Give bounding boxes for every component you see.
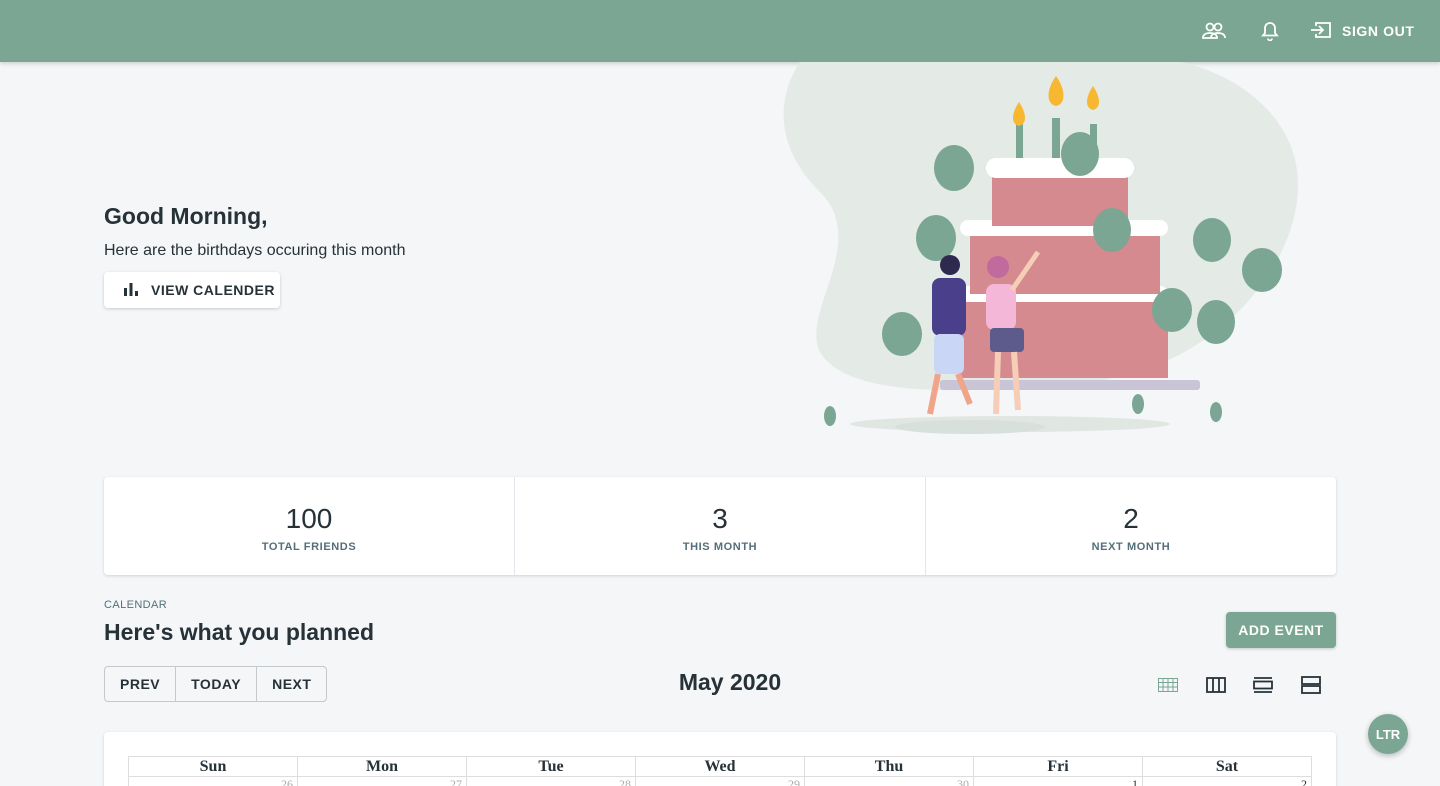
- stat-total-friends: 100 TOTAL FRIENDS: [104, 477, 515, 575]
- stat-value: 100: [285, 503, 333, 534]
- weekday-header: Sun: [128, 756, 298, 777]
- next-button[interactable]: NEXT: [257, 667, 326, 701]
- people-icon[interactable]: [1200, 17, 1228, 45]
- stat-label: TOTAL FRIENDS: [261, 541, 357, 553]
- direction-toggle-button[interactable]: LTR: [1368, 714, 1408, 754]
- stat-value: 3: [712, 503, 728, 534]
- calendar-day-cell[interactable]: 27: [297, 776, 467, 786]
- birthday-cake-illustration: [760, 62, 1320, 462]
- calendar-day-cell[interactable]: 29: [635, 776, 805, 786]
- weekday-header: Thu: [804, 756, 974, 777]
- greeting-heading: Good Morning,: [104, 203, 268, 229]
- weekday-header: Sat: [1142, 756, 1312, 777]
- weekday-header: Wed: [635, 756, 805, 777]
- stats-card: 100 TOTAL FRIENDS 3 THIS MONTH 2 NEXT MO…: [104, 477, 1336, 575]
- calendar-overline: CALENDAR: [104, 599, 168, 611]
- calendar-grid: Sun Mon Tue Wed Thu Fri Sat 26 27 28 29 …: [128, 756, 1312, 786]
- stat-label: NEXT MONTH: [1091, 541, 1171, 553]
- weekday-header: Mon: [297, 756, 467, 777]
- weekday-header: Fri: [973, 756, 1143, 777]
- calendar-day-cell[interactable]: 26: [128, 776, 298, 786]
- today-button[interactable]: TODAY: [176, 667, 258, 701]
- stat-label: THIS MONTH: [682, 541, 758, 553]
- add-event-button[interactable]: ADD EVENT: [1226, 612, 1336, 648]
- agenda-view-icon[interactable]: [1298, 672, 1324, 698]
- bar-chart-icon: [123, 282, 139, 299]
- calendar-day-cell[interactable]: 1: [973, 776, 1143, 786]
- view-calendar-button[interactable]: VIEW CALENDER: [104, 272, 280, 308]
- bell-icon[interactable]: [1256, 17, 1284, 45]
- week-view-icon[interactable]: [1203, 672, 1229, 698]
- stat-this-month: 3 THIS MONTH: [515, 477, 926, 575]
- day-view-icon[interactable]: [1250, 672, 1276, 698]
- prev-button[interactable]: PREV: [105, 667, 177, 701]
- calendar-card: Sun Mon Tue Wed Thu Fri Sat 26 27 28 29 …: [104, 732, 1336, 786]
- calendar-title: Here's what you planned: [104, 619, 375, 645]
- sign-out-button[interactable]: SIGN OUT: [1310, 18, 1414, 44]
- weekday-header: Tue: [466, 756, 636, 777]
- top-bar: SIGN OUT: [0, 0, 1440, 62]
- calendar-day-cell[interactable]: 30: [804, 776, 974, 786]
- greeting-subtitle: Here are the birthdays occuring this mon…: [104, 242, 406, 259]
- month-label: May 2020: [678, 669, 782, 695]
- view-calendar-label: VIEW CALENDER: [151, 282, 275, 298]
- month-view-icon[interactable]: [1155, 672, 1181, 698]
- stat-value: 2: [1123, 503, 1139, 534]
- calendar-nav-group: PREV TODAY NEXT: [104, 666, 328, 702]
- stat-next-month: 2 NEXT MONTH: [926, 477, 1336, 575]
- calendar-day-cell[interactable]: 28: [466, 776, 636, 786]
- signout-icon: [1310, 20, 1332, 43]
- sign-out-label: SIGN OUT: [1342, 23, 1415, 39]
- calendar-day-cell[interactable]: 2: [1142, 776, 1312, 786]
